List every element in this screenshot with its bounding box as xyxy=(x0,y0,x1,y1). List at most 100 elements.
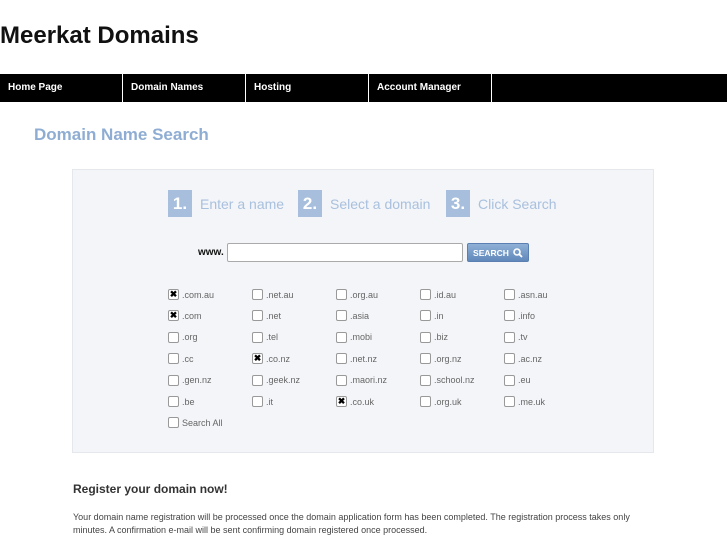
checkbox[interactable] xyxy=(252,310,263,322)
checkbox[interactable] xyxy=(168,353,179,365)
domain-checkbox-id-au[interactable]: .id.au xyxy=(420,289,456,300)
register-text: Your domain name registration will be pr… xyxy=(73,512,630,535)
checkbox[interactable] xyxy=(420,289,431,300)
checkbox[interactable] xyxy=(420,310,431,322)
domain-checkbox-org-au[interactable]: .org.au xyxy=(336,289,378,300)
checkbox-label: .net xyxy=(266,310,282,321)
nav-home-page[interactable]: Home Page xyxy=(0,74,123,102)
checkbox[interactable] xyxy=(252,331,263,343)
checkbox[interactable] xyxy=(168,417,179,429)
step-3: 3. Click Search xyxy=(446,190,557,217)
checkbox[interactable] xyxy=(504,331,515,343)
domain-checkbox-maori-nz[interactable]: .maori.nz xyxy=(336,374,388,386)
domain-search-input[interactable] xyxy=(227,243,463,262)
checkbox-label: .geek.nz xyxy=(266,375,301,386)
domain-checkbox-eu[interactable]: .eu xyxy=(504,374,531,386)
nav-account-manager[interactable]: Account Manager xyxy=(369,74,492,102)
domain-checkbox-com[interactable]: ✖ .com xyxy=(168,310,202,322)
checkbox-label: Search All xyxy=(182,417,223,428)
domain-checkbox-geek-nz[interactable]: .geek.nz xyxy=(252,374,301,386)
checkbox[interactable]: ✖ xyxy=(336,396,347,407)
step-label: Select a domain xyxy=(330,195,431,212)
domain-checkbox-search-all[interactable]: Search All xyxy=(168,417,223,429)
checkbox-label: .asn.au xyxy=(518,289,548,300)
checkbox[interactable] xyxy=(504,374,515,386)
checkbox[interactable] xyxy=(168,374,179,386)
nav-domain-names[interactable]: Domain Names xyxy=(123,74,246,102)
domain-checkbox-org-nz[interactable]: .org.nz xyxy=(420,353,462,365)
domain-checkbox-be[interactable]: .be xyxy=(168,396,195,407)
checkbox[interactable] xyxy=(252,396,263,407)
checkbox[interactable] xyxy=(504,289,515,300)
domain-checkbox-tv[interactable]: .tv xyxy=(504,331,528,343)
checkbox-label: .co.nz xyxy=(266,353,291,364)
checkbox[interactable] xyxy=(504,310,515,322)
domain-checkbox-me-uk[interactable]: .me.uk xyxy=(504,396,545,407)
page-heading: Domain Name Search xyxy=(34,125,209,144)
checkbox-label: .gen.nz xyxy=(182,375,212,386)
checkbox[interactable] xyxy=(420,331,431,343)
checkbox-label: .cc xyxy=(182,353,194,364)
checkbox-label: .mobi xyxy=(350,332,373,343)
checkbox[interactable] xyxy=(336,289,347,300)
domain-checkbox-co-nz[interactable]: ✖ .co.nz xyxy=(252,353,291,365)
register-heading: Register your domain now! xyxy=(73,482,228,496)
checkbox-label: .id.au xyxy=(434,289,457,300)
domain-checkbox-cc[interactable]: .cc xyxy=(168,353,194,365)
checkbox[interactable] xyxy=(336,374,347,386)
checkbox-label: .tv xyxy=(518,332,528,343)
domain-checkbox-biz[interactable]: .biz xyxy=(420,331,449,343)
domain-checkbox-net-au[interactable]: .net.au xyxy=(252,289,294,300)
domain-checkbox-com-au[interactable]: ✖ .com.au xyxy=(168,289,214,300)
checkbox[interactable] xyxy=(336,353,347,365)
checkbox-label: .org xyxy=(182,332,198,343)
checkbox-label: .org.au xyxy=(350,289,379,300)
checkbox[interactable]: ✖ xyxy=(168,310,179,322)
checkbox-label: .asia xyxy=(350,310,370,321)
domain-checkbox-ac-nz[interactable]: .ac.nz xyxy=(504,353,542,365)
checkbox[interactable] xyxy=(336,310,347,322)
domain-checkbox-asn-au[interactable]: .asn.au xyxy=(504,289,548,300)
checkbox[interactable]: ✖ xyxy=(252,353,263,365)
nav-hosting[interactable]: Hosting xyxy=(246,74,369,102)
checkbox[interactable] xyxy=(336,331,347,343)
site-title: Meerkat Domains xyxy=(0,22,199,49)
domain-search-panel: 1. Enter a name 2. Select a domain 3. Click… xyxy=(72,169,654,453)
domain-checkbox-tel[interactable]: .tel xyxy=(252,331,278,343)
checkbox[interactable] xyxy=(168,331,179,343)
checkbox[interactable] xyxy=(420,353,431,365)
domain-checkbox-info[interactable]: .info xyxy=(504,310,535,322)
step-label: Enter a name xyxy=(200,195,285,212)
checkbox[interactable] xyxy=(420,396,431,407)
checkbox-label: .com.au xyxy=(182,289,215,300)
checkbox-label: .co.uk xyxy=(350,396,375,407)
domain-checkbox-it[interactable]: .it xyxy=(252,396,273,407)
domain-checkbox-gen-nz[interactable]: .gen.nz xyxy=(168,374,212,386)
domain-checkbox-net-nz[interactable]: .net.nz xyxy=(336,353,377,365)
domain-checkbox-mobi[interactable]: .mobi xyxy=(336,331,373,343)
checkbox[interactable] xyxy=(420,374,431,386)
checkbox-label: .biz xyxy=(434,332,449,343)
domain-checkbox-asia[interactable]: .asia xyxy=(336,310,370,322)
checkbox[interactable] xyxy=(168,396,179,407)
checkbox[interactable] xyxy=(504,353,515,365)
checkbox-label: .school.nz xyxy=(434,375,475,386)
search-button[interactable]: SEARCH xyxy=(467,243,529,262)
domain-checkbox-co-uk[interactable]: ✖ .co.uk xyxy=(336,396,374,407)
www-prefix: www. xyxy=(198,247,224,258)
checkbox[interactable] xyxy=(252,374,263,386)
checkbox[interactable] xyxy=(504,396,515,407)
domain-checkbox-in[interactable]: .in xyxy=(420,310,444,322)
domain-checkbox-org[interactable]: .org xyxy=(168,331,198,343)
domain-checkbox-net[interactable]: .net xyxy=(252,310,282,322)
checkbox-label: .maori.nz xyxy=(350,375,388,386)
checkbox-label: .org.uk xyxy=(434,396,462,407)
checkbox[interactable]: ✖ xyxy=(168,289,179,300)
checkbox[interactable] xyxy=(252,289,263,300)
checkbox-label: .eu xyxy=(518,375,531,386)
domain-checkbox-school-nz[interactable]: .school.nz xyxy=(420,374,475,386)
step-2: 2. Select a domain xyxy=(298,190,430,217)
checkbox-label: .com xyxy=(182,310,202,321)
checkbox-label: .net.au xyxy=(266,289,294,300)
domain-checkbox-org-uk[interactable]: .org.uk xyxy=(420,396,462,407)
